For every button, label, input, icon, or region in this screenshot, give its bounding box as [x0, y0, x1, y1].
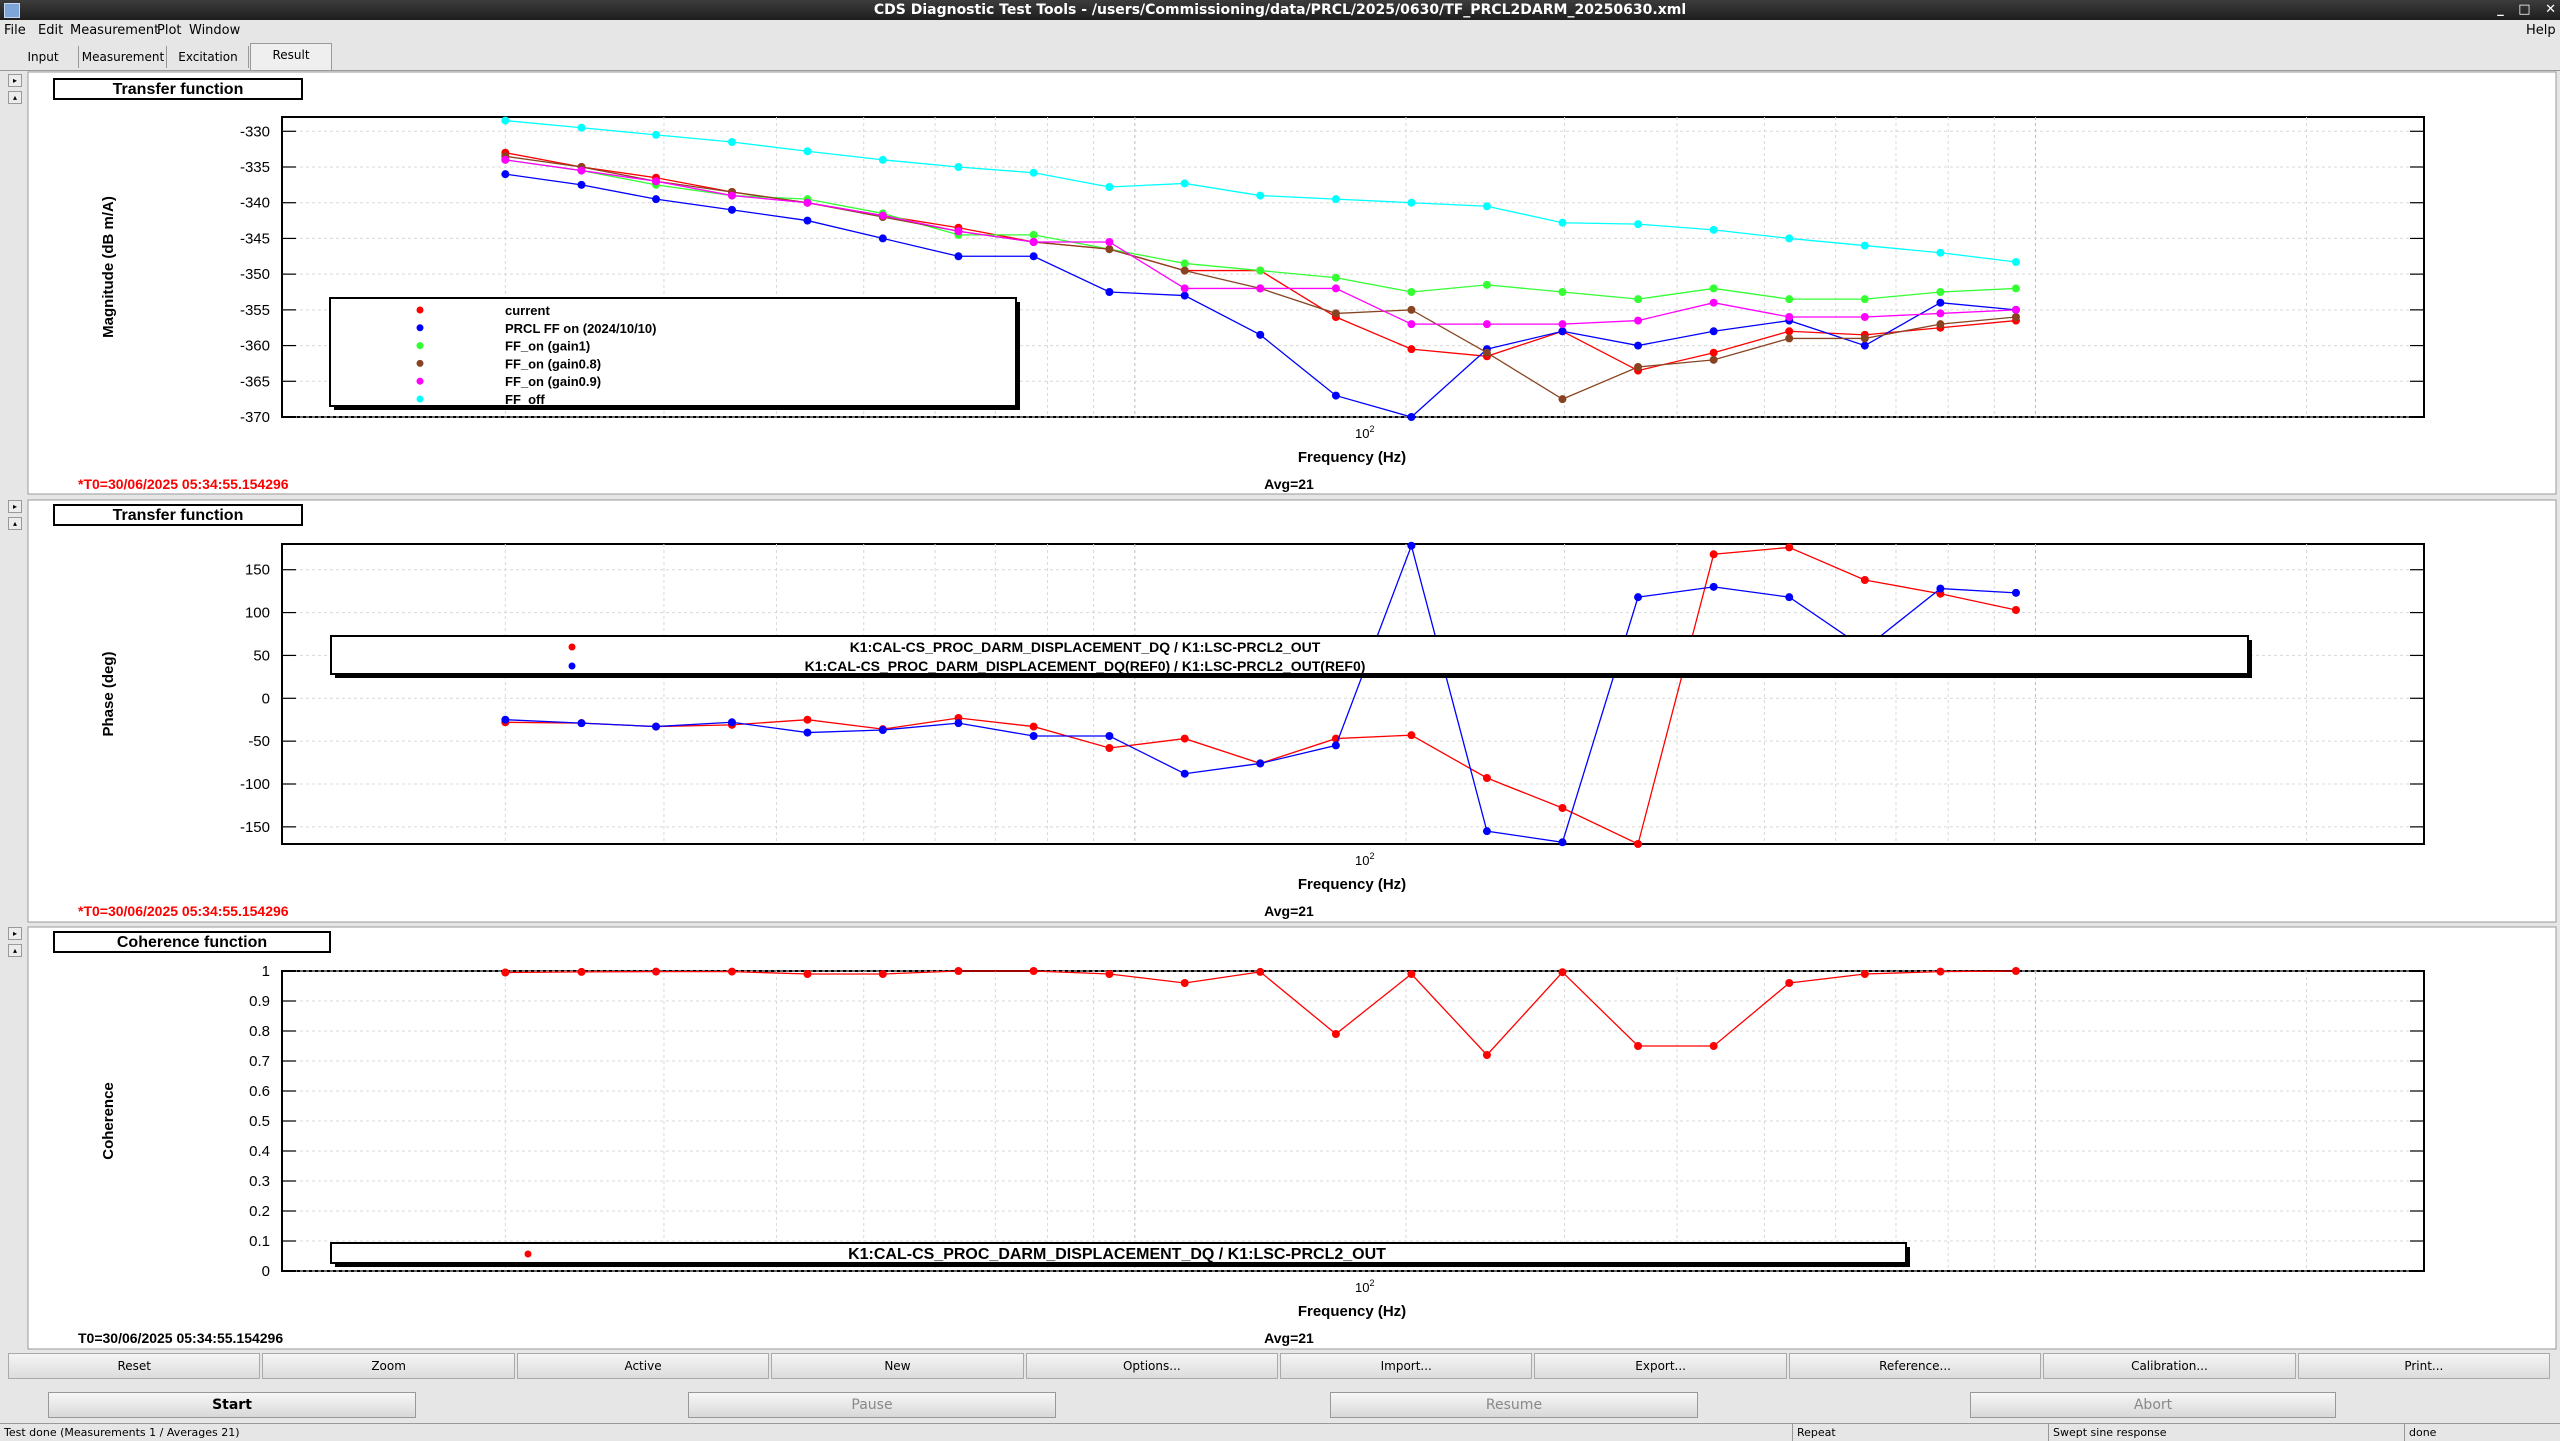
- options-button[interactable]: Options...: [1025, 1353, 1279, 1379]
- collapse-icon[interactable]: ▴: [8, 91, 22, 104]
- menu-plot[interactable]: Plot: [157, 20, 182, 42]
- calibration-button[interactable]: Calibration...: [2043, 1353, 2296, 1379]
- menu-bar: File Edit Measurement Plot Window Help: [0, 20, 2560, 42]
- status-mode: Swept sine response: [2048, 1424, 2167, 1441]
- tab-bar: Input Measurement Excitation Result: [0, 43, 2560, 70]
- menu-measurement[interactable]: Measurement: [70, 20, 159, 42]
- zoom-button[interactable]: Zoom: [262, 1353, 515, 1379]
- app-icon: [4, 3, 20, 18]
- pad1-arrows[interactable]: ▸ ▴: [8, 74, 22, 108]
- result-panel: [0, 70, 2560, 1351]
- menu-edit[interactable]: Edit: [38, 20, 63, 42]
- window-titlebar: CDS Diagnostic Test Tools - /users/Commi…: [0, 0, 2560, 20]
- expand-icon[interactable]: ▸: [8, 500, 22, 513]
- expand-icon[interactable]: ▸: [8, 74, 22, 87]
- export-button[interactable]: Export...: [1534, 1353, 1787, 1379]
- import-button[interactable]: Import...: [1280, 1353, 1533, 1379]
- status-repeat: Repeat: [1792, 1424, 1836, 1441]
- pad2-arrows[interactable]: ▸ ▴: [8, 500, 22, 534]
- reference-button[interactable]: Reference...: [1788, 1353, 2042, 1379]
- expand-icon[interactable]: ▸: [8, 927, 22, 940]
- pad3-arrows[interactable]: ▸ ▴: [8, 927, 22, 961]
- menu-help[interactable]: Help: [2526, 20, 2556, 42]
- menu-window[interactable]: Window: [189, 20, 240, 42]
- window-title: CDS Diagnostic Test Tools - /users/Commi…: [873, 2, 1687, 18]
- run-controls: Start Pause Resume Abort: [48, 1392, 2512, 1420]
- maximize-icon[interactable]: □: [2518, 2, 2530, 17]
- status-state: done: [2404, 1424, 2436, 1441]
- start-button[interactable]: Start: [48, 1392, 416, 1418]
- close-icon[interactable]: ✕: [2545, 2, 2556, 17]
- minimize-icon[interactable]: _: [2497, 2, 2504, 17]
- control-toolbar: Reset Zoom Active New Options... Import.…: [8, 1353, 2552, 1379]
- tab-excitation[interactable]: Excitation: [168, 46, 249, 68]
- reset-button[interactable]: Reset: [8, 1353, 261, 1379]
- collapse-icon[interactable]: ▴: [8, 944, 22, 957]
- tab-result[interactable]: Result: [250, 43, 332, 70]
- status-bar: Test done (Measurements 1 / Averages 21)…: [0, 1423, 2560, 1441]
- status-message: Test done (Measurements 1 / Averages 21): [4, 1426, 240, 1439]
- collapse-icon[interactable]: ▴: [8, 517, 22, 530]
- resume-button[interactable]: Resume: [1330, 1392, 1698, 1418]
- print-button[interactable]: Print...: [2297, 1353, 2551, 1379]
- new-button[interactable]: New: [771, 1353, 1024, 1379]
- pause-button[interactable]: Pause: [688, 1392, 1056, 1418]
- tab-measurement[interactable]: Measurement: [80, 46, 167, 68]
- menu-file[interactable]: File: [4, 20, 26, 42]
- window-controls: _ □ ✕: [2487, 0, 2556, 20]
- abort-button[interactable]: Abort: [1970, 1392, 2336, 1418]
- tab-input[interactable]: Input: [8, 46, 79, 68]
- active-button[interactable]: Active: [516, 1353, 770, 1379]
